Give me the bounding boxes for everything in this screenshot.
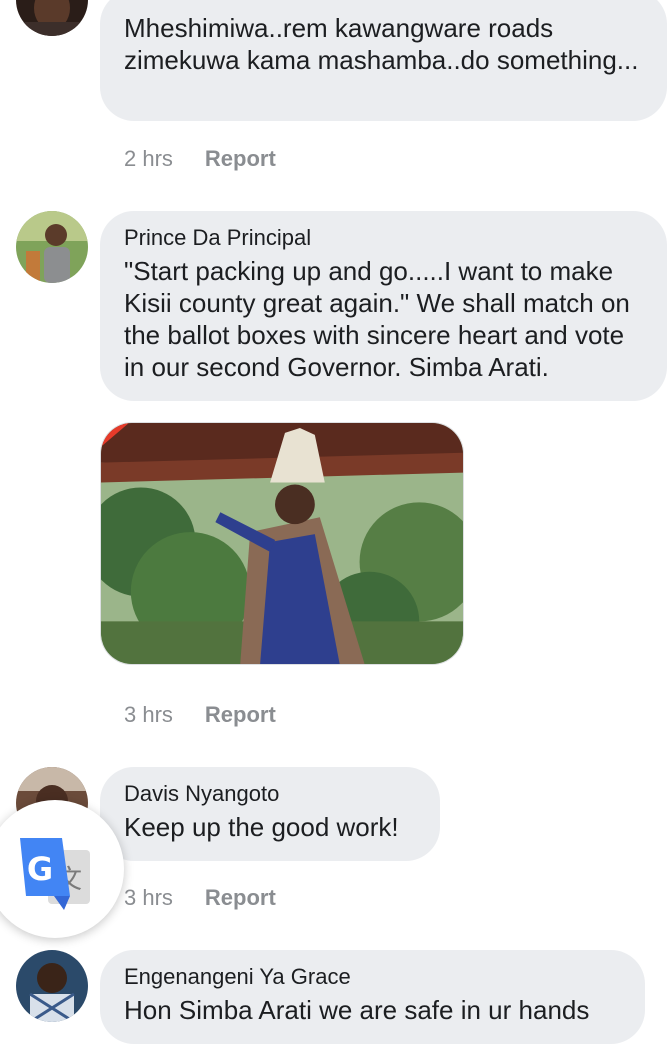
commenter-avatar[interactable] xyxy=(16,211,88,283)
svg-text:G: G xyxy=(27,850,53,888)
comments-thread: Mheshimiwa..rem kawangware roads zimekuw… xyxy=(0,0,667,1057)
comment-author[interactable]: Engenangeni Ya Grace xyxy=(124,962,621,992)
comment-text: Hon Simba Arati we are safe in ur hands xyxy=(124,995,590,1025)
avatar-photo xyxy=(16,0,88,36)
report-link[interactable]: Report xyxy=(205,883,276,913)
photo-image xyxy=(101,423,463,664)
comment-timestamp: 3 hrs xyxy=(124,885,173,910)
comment-text: "Start packing up and go.....I want to m… xyxy=(124,256,630,382)
comment-meta: 3 hrs Report xyxy=(124,700,276,730)
commenter-avatar[interactable] xyxy=(16,950,88,1022)
report-link[interactable]: Report xyxy=(205,144,276,174)
avatar-photo xyxy=(16,211,88,283)
comment-author[interactable]: Davis Nyangoto xyxy=(124,779,416,809)
comment-bubble: Prince Da Principal "Start packing up an… xyxy=(100,211,667,401)
comment-timestamp: 2 hrs xyxy=(124,146,173,171)
avatar-photo xyxy=(16,950,88,1022)
comment-meta: 3 hrs Report xyxy=(124,883,276,913)
commenter-avatar[interactable] xyxy=(16,0,88,36)
comment-attached-photo[interactable] xyxy=(100,422,464,665)
comment-timestamp: 3 hrs xyxy=(124,702,173,727)
comment-text: Mheshimiwa..rem kawangware roads zimekuw… xyxy=(124,13,639,75)
comment-author[interactable]: Prince Da Principal xyxy=(124,223,643,253)
comment-bubble: Davis Nyangoto Keep up the good work! xyxy=(100,767,440,861)
google-translate-icon: 文 G xyxy=(20,838,90,910)
report-link[interactable]: Report xyxy=(205,700,276,730)
comment-bubble: Mheshimiwa..rem kawangware roads zimekuw… xyxy=(100,0,667,121)
comment-meta: 2 hrs Report xyxy=(124,144,276,174)
comment-text: Keep up the good work! xyxy=(124,812,399,842)
comment-bubble: Engenangeni Ya Grace Hon Simba Arati we … xyxy=(100,950,645,1044)
